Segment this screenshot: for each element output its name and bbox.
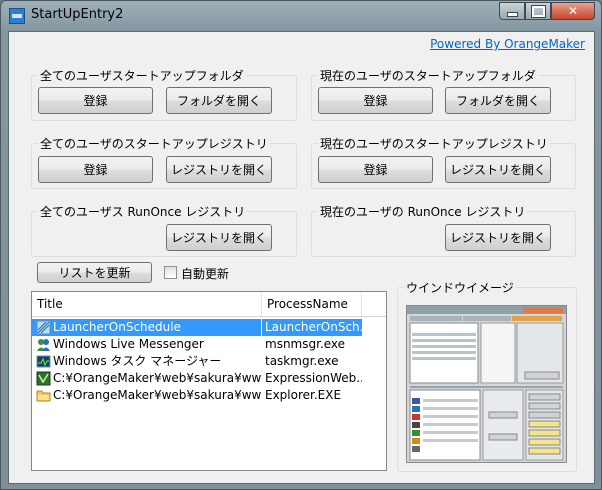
current-folder-register-button[interactable]: 登録 xyxy=(318,87,433,114)
group-label: 全てのユーザスタートアップフォルダ xyxy=(38,67,246,84)
group-label: 全てのユーザス RunOnce レジストリ xyxy=(38,203,248,220)
title-bar[interactable]: StartUpEntry2 ✕ xyxy=(1,1,601,31)
all-registry-open-button[interactable]: レジストリを開く xyxy=(166,156,272,183)
group-all-runonce: 全てのユーザス RunOnce レジストリ レジストリを開く xyxy=(31,203,297,257)
powered-by-link[interactable]: Powered By OrangeMaker xyxy=(430,37,585,51)
window-preview-image xyxy=(406,305,567,463)
group-label: ウインドウイメージ xyxy=(404,279,516,296)
refresh-list-button[interactable]: リストを更新 xyxy=(37,262,152,283)
auto-refresh-checkbox[interactable] xyxy=(164,266,177,279)
window-image-group: ウインドウイメージ xyxy=(397,279,577,472)
group-label: 現在のユーザのスタートアップレジストリ xyxy=(318,135,550,152)
group-current-startup-folder: 現在のユーザのスタートアップフォルダ 登録 フォルダを開く xyxy=(311,67,576,121)
group-current-runonce: 現在のユーザの RunOnce レジストリ レジストリを開く xyxy=(311,203,576,257)
caption-buttons: ✕ xyxy=(499,2,595,20)
all-folder-register-button[interactable]: 登録 xyxy=(38,87,153,114)
close-button[interactable]: ✕ xyxy=(551,2,595,20)
group-label: 現在のユーザの RunOnce レジストリ xyxy=(318,203,528,220)
column-header-title[interactable]: Title xyxy=(32,292,262,316)
process-list[interactable]: Title ProcessName LauncherOnSchedule Lau… xyxy=(31,291,387,471)
app-window: StartUpEntry2 ✕ Powered By OrangeMaker 全… xyxy=(0,0,602,490)
messenger-icon xyxy=(37,339,50,351)
list-row[interactable]: C:¥OrangeMaker¥web¥sakura¥www¥do... Expl… xyxy=(32,387,386,404)
schedule-icon xyxy=(36,320,51,335)
group-all-startup-registry: 全てのユーザのスタートアップレジストリ 登録 レジストリを開く xyxy=(31,135,297,189)
window-thumbnail xyxy=(407,306,566,462)
expression-web-icon xyxy=(36,371,51,386)
all-folder-open-button[interactable]: フォルダを開く xyxy=(166,87,272,114)
task-manager-icon xyxy=(36,355,51,368)
minimize-button[interactable] xyxy=(499,2,525,20)
list-row[interactable]: LauncherOnSchedule LauncherOnSch... xyxy=(32,319,386,336)
app-icon xyxy=(9,8,25,24)
maximize-icon xyxy=(531,5,545,17)
column-header-process[interactable]: ProcessName xyxy=(262,292,362,316)
client-area: Powered By OrangeMaker 全てのユーザスタートアップフォルダ… xyxy=(8,31,595,484)
list-row[interactable]: Windows Live Messenger msnmsgr.exe xyxy=(32,336,386,353)
window-title: StartUpEntry2 xyxy=(31,7,124,22)
current-folder-open-button[interactable]: フォルダを開く xyxy=(445,87,551,114)
close-icon: ✕ xyxy=(567,4,579,18)
list-row[interactable]: Windows タスク マネージャー taskmgr.exe xyxy=(32,353,386,370)
list-row[interactable]: C:¥OrangeMaker¥web¥sakura¥www - M... Exp… xyxy=(32,370,386,387)
group-all-startup-folder: 全てのユーザスタートアップフォルダ 登録 フォルダを開く xyxy=(31,67,297,121)
group-label: 全てのユーザのスタートアップレジストリ xyxy=(38,135,270,152)
auto-refresh-label[interactable]: 自動更新 xyxy=(181,265,229,282)
group-current-startup-registry: 現在のユーザのスタートアップレジストリ 登録 レジストリを開く xyxy=(311,135,576,189)
current-registry-open-button[interactable]: レジストリを開く xyxy=(445,156,551,183)
all-registry-register-button[interactable]: 登録 xyxy=(38,156,153,183)
group-label: 現在のユーザのスタートアップフォルダ xyxy=(318,67,538,84)
minimize-icon xyxy=(506,11,518,17)
current-runonce-open-button[interactable]: レジストリを開く xyxy=(445,224,551,251)
all-runonce-open-button[interactable]: レジストリを開く xyxy=(166,224,272,251)
folder-icon xyxy=(36,390,51,402)
list-header: Title ProcessName xyxy=(32,292,386,317)
maximize-button[interactable] xyxy=(525,2,551,20)
current-registry-register-button[interactable]: 登録 xyxy=(318,156,433,183)
